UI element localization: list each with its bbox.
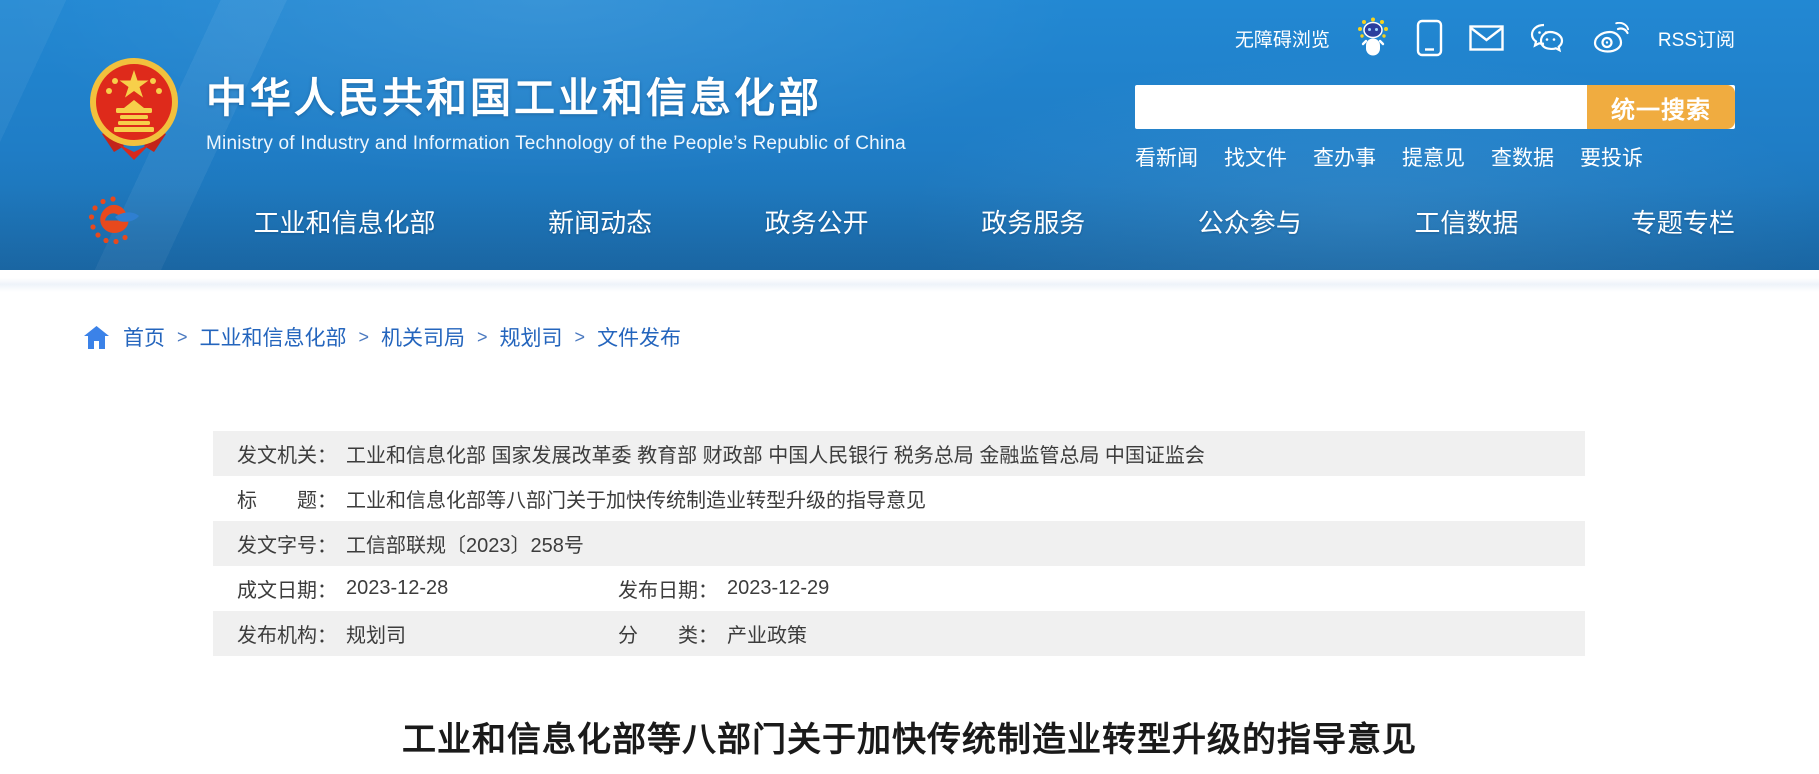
- robot-mascot-icon[interactable]: [1356, 17, 1390, 59]
- quick-link-complaint[interactable]: 要投诉: [1580, 142, 1643, 172]
- breadcrumb-separator: >: [177, 327, 188, 348]
- miit-e-logo-icon: [85, 195, 141, 247]
- meta-value: 规划司: [346, 619, 406, 648]
- meta-label: 发文机关：: [237, 439, 337, 468]
- breadcrumb-planning[interactable]: 规划司: [500, 322, 563, 352]
- mobile-icon[interactable]: [1416, 19, 1443, 57]
- breadcrumb: 首页 > 工业和信息化部 > 机关司局 > 规划司 > 文件发布: [84, 322, 681, 352]
- meta-label: 发布日期：: [618, 574, 718, 603]
- accessibility-link[interactable]: 无障碍浏览: [1235, 25, 1330, 52]
- utility-bar: 无障碍浏览: [1235, 16, 1735, 60]
- header-shadow: [0, 278, 1819, 292]
- quick-links: 看新闻 找文件 查办事 提意见 查数据 要投诉: [1135, 142, 1735, 172]
- home-icon: [84, 326, 109, 349]
- meta-label: 发文字号：: [237, 529, 337, 558]
- site-logo[interactable]: 中华人民共和国工业和信息化部 Ministry of Industry and …: [88, 56, 906, 162]
- breadcrumb-separator: >: [359, 327, 370, 348]
- meta-value: 2023-12-29: [727, 577, 829, 600]
- meta-value: 工业和信息化部等八部门关于加快传统制造业转型升级的指导意见: [346, 484, 926, 513]
- quick-link-suggest[interactable]: 提意见: [1402, 142, 1465, 172]
- nav-item-participation[interactable]: 公众参与: [1198, 203, 1302, 240]
- site-header: 无障碍浏览: [0, 0, 1819, 270]
- breadcrumb-separator: >: [477, 327, 488, 348]
- meta-row-publisher-category: 发布机构： 规划司 分 类： 产业政策: [213, 611, 1585, 656]
- meta-value: 工业和信息化部 国家发展改革委 教育部 财政部 中国人民银行 税务总局 金融监管…: [346, 439, 1205, 468]
- nav-item-gov-service[interactable]: 政务服务: [981, 203, 1085, 240]
- nav-item-miit[interactable]: 工业和信息化部: [254, 203, 436, 240]
- wechat-icon[interactable]: [1530, 23, 1566, 53]
- nav-item-special[interactable]: 专题专栏: [1631, 203, 1735, 240]
- quick-link-news[interactable]: 看新闻: [1135, 142, 1198, 172]
- nav-item-gov-info[interactable]: 政务公开: [765, 203, 869, 240]
- meta-label: 发布机构：: [237, 619, 337, 648]
- meta-row-dates: 成文日期： 2023-12-28 发布日期： 2023-12-29: [213, 566, 1585, 611]
- breadcrumb-miit[interactable]: 工业和信息化部: [200, 322, 347, 352]
- meta-label: 标 题：: [237, 484, 337, 513]
- breadcrumb-home[interactable]: 首页: [123, 322, 165, 352]
- site-subtitle: Ministry of Industry and Information Tec…: [206, 133, 906, 155]
- meta-label: 分 类：: [618, 619, 718, 648]
- main-nav: 工业和信息化部 新闻动态 政务公开 政务服务 公众参与 工信数据 专题专栏: [85, 192, 1735, 250]
- mail-icon[interactable]: [1469, 25, 1504, 51]
- nav-item-data[interactable]: 工信数据: [1414, 203, 1518, 240]
- breadcrumb-departments[interactable]: 机关司局: [381, 322, 465, 352]
- meta-row-issuing-agency: 发文机关： 工业和信息化部 国家发展改革委 教育部 财政部 中国人民银行 税务总…: [213, 431, 1585, 476]
- meta-value: 产业政策: [727, 619, 807, 648]
- quick-link-files[interactable]: 找文件: [1224, 142, 1287, 172]
- document-meta-table: 发文机关： 工业和信息化部 国家发展改革委 教育部 财政部 中国人民银行 税务总…: [213, 431, 1585, 656]
- quick-link-data[interactable]: 查数据: [1491, 142, 1554, 172]
- article-title: 工业和信息化部等八部门关于加快传统制造业转型升级的指导意见: [0, 712, 1819, 761]
- search-bar: 统一搜索: [1135, 85, 1735, 129]
- meta-row-doc-number: 发文字号： 工信部联规〔2023〕258号: [213, 521, 1585, 566]
- meta-value: 工信部联规〔2023〕258号: [346, 529, 584, 558]
- meta-value: 2023-12-28: [346, 577, 448, 600]
- quick-link-services[interactable]: 查办事: [1313, 142, 1376, 172]
- site-title: 中华人民共和国工业和信息化部: [206, 64, 906, 124]
- breadcrumb-document-release[interactable]: 文件发布: [597, 322, 681, 352]
- search-button[interactable]: 统一搜索: [1587, 85, 1735, 129]
- weibo-icon[interactable]: [1592, 22, 1632, 54]
- meta-row-title: 标 题： 工业和信息化部等八部门关于加快传统制造业转型升级的指导意见: [213, 476, 1585, 521]
- nav-item-news[interactable]: 新闻动态: [548, 203, 652, 240]
- breadcrumb-separator: >: [575, 327, 586, 348]
- rss-link[interactable]: RSS订阅: [1658, 25, 1735, 52]
- national-emblem-icon: [88, 56, 180, 162]
- meta-label: 成文日期：: [237, 574, 337, 603]
